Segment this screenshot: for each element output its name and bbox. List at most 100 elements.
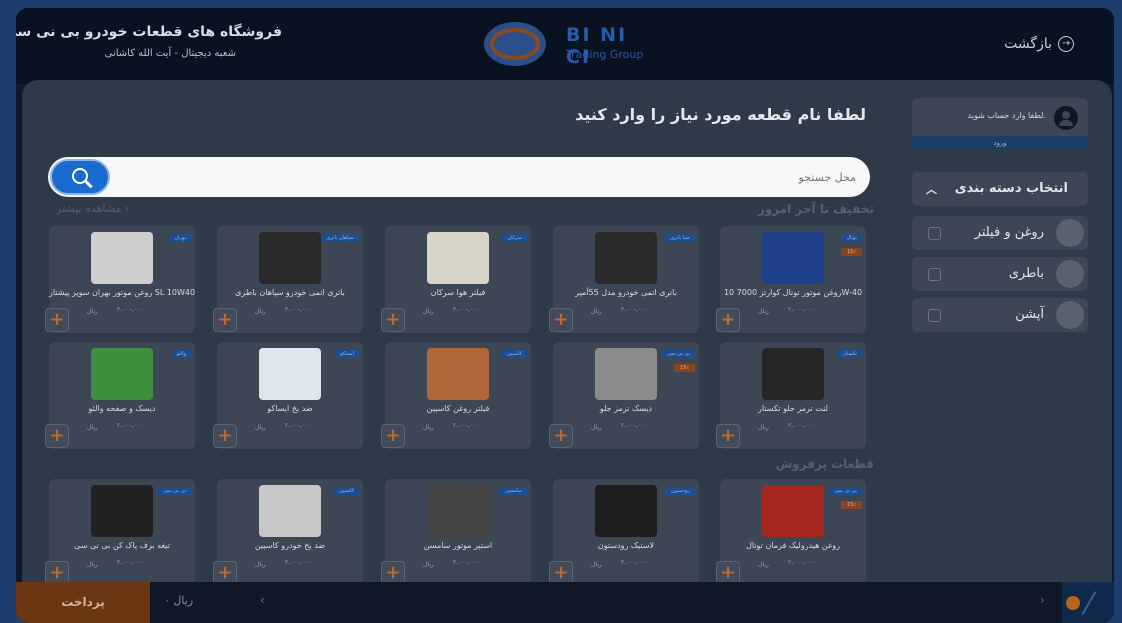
price-currency: ریال xyxy=(591,561,602,568)
see-more-link[interactable]: مشاهده بیشتر › xyxy=(56,202,129,215)
price-currency: ریال xyxy=(87,308,98,315)
product-name: باتری اتمی خودرو مدل 55آمپر xyxy=(575,288,677,297)
add-to-cart-button[interactable]: + xyxy=(45,424,69,448)
background-edge xyxy=(0,0,16,623)
product-image xyxy=(259,348,321,400)
add-to-cart-button[interactable]: + xyxy=(549,424,573,448)
cart-widget[interactable] xyxy=(1062,582,1114,623)
add-to-cart-button[interactable]: + xyxy=(549,308,573,332)
add-to-cart-button[interactable]: + xyxy=(381,308,405,332)
price-currency: ریال xyxy=(87,424,98,431)
brand-badge: تکستار xyxy=(837,350,862,358)
product-price: ۲,۰۰۰,۰۰۰ xyxy=(788,422,815,429)
product-card[interactable]: تکستار لنت ترمز جلو تکستار ریال ۲,۰۰۰,۰۰۰ + xyxy=(716,342,866,449)
category-checkbox[interactable] xyxy=(928,309,941,322)
product-card[interactable]: بی نی سی 15٪ روغن هیدرولیک فرمان توتال ریال… xyxy=(716,479,866,586)
product-name: فیلتر روغن کاسپین xyxy=(426,404,490,413)
main-content: لطفا نام قطعه مورد نیاز را وارد کنید لطف… xyxy=(22,80,1112,590)
login-message: لطفا وارد حساب شوید. xyxy=(967,111,1046,120)
price-currency: ریال xyxy=(423,308,434,315)
product-name: دیسک و صفحه والئو xyxy=(88,404,156,413)
product-card[interactable]: کاسپین ضد یخ خودرو کاسپین ریال ۲,۰۰۰,۰۰۰ + xyxy=(213,479,363,586)
price-currency: ریال xyxy=(758,561,769,568)
category-battery[interactable]: باطری xyxy=(912,257,1088,291)
category-label: آپشن xyxy=(1015,307,1044,322)
category-checkbox[interactable] xyxy=(928,227,941,240)
cart-total-value: ۰ xyxy=(164,594,170,607)
back-button[interactable]: بازگشت → xyxy=(1004,36,1074,52)
product-price: ۲,۰۰۰,۰۰۰ xyxy=(621,306,648,313)
product-card[interactable]: ایساکو ضد یخ ایساکو ریال ۲,۰۰۰,۰۰۰ + xyxy=(213,342,363,449)
product-name: لنت ترمز جلو تکستار xyxy=(758,404,828,413)
product-image xyxy=(91,232,153,284)
login-button[interactable]: ورود xyxy=(912,136,1088,150)
search-icon-handle xyxy=(85,180,93,188)
category-header[interactable]: انتخاب دسته بندی ︿ xyxy=(912,172,1088,206)
category-header-label: انتخاب دسته بندی xyxy=(954,181,1068,196)
brand-badge: بهران xyxy=(169,234,191,242)
brand-badge: سپاهان باتری xyxy=(321,234,359,242)
search-input[interactable] xyxy=(156,157,856,197)
add-to-cart-button[interactable]: + xyxy=(45,308,69,332)
product-image xyxy=(427,232,489,284)
chevron-up-icon: ︿ xyxy=(926,183,937,196)
product-price: ۲,۰۰۰,۰۰۰ xyxy=(453,559,480,566)
brand-logo: BI NI CI Trading Group xyxy=(484,20,654,68)
category-oil-filter[interactable]: روغن و فیلتر xyxy=(912,216,1088,250)
product-card[interactable]: والئو دیسک و صفحه والئو ریال ۲,۰۰۰,۰۰۰ + xyxy=(45,342,195,449)
page-prompt: لطفا نام قطعه مورد نیاز را وارد کنید xyxy=(575,105,866,124)
add-to-cart-button[interactable]: + xyxy=(213,308,237,332)
product-image xyxy=(259,232,321,284)
product-price: ۲,۰۰۰,۰۰۰ xyxy=(285,559,312,566)
brand-badge: سرکان xyxy=(502,234,527,242)
product-name: باتری اتمی خودرو سپاهان باطری xyxy=(235,288,345,297)
search-button[interactable] xyxy=(50,159,110,195)
app-window: فروشگاه های قطعات خودرو بی نی سی شعبه دی… xyxy=(16,8,1114,623)
price-currency: ریال xyxy=(255,424,266,431)
add-to-cart-button[interactable]: + xyxy=(716,424,740,448)
brand-badge: بی نی سی xyxy=(158,487,191,495)
product-card[interactable]: رودستون لاستیک رودستون ریال ۲,۰۰۰,۰۰۰ + xyxy=(549,479,699,586)
discount-badge: 15٪ xyxy=(840,248,862,256)
add-to-cart-button[interactable]: + xyxy=(716,308,740,332)
cart-graphic-icon xyxy=(1081,591,1097,615)
product-image xyxy=(595,232,657,284)
pay-button[interactable]: پرداخت xyxy=(16,582,150,623)
product-card[interactable]: بی نی سی 15٪ دیسک ترمز جلو ریال ۲,۰۰۰,۰۰۰ + xyxy=(549,342,699,449)
product-image xyxy=(762,348,824,400)
account-box: لطفا وارد حساب شوید. ورود xyxy=(912,98,1088,150)
brand-badge: رودستون xyxy=(665,487,695,495)
product-price: ۲,۰۰۰,۰۰۰ xyxy=(117,422,144,429)
product-price: ۲,۰۰۰,۰۰۰ xyxy=(621,422,648,429)
brand-badge: بی نی سی xyxy=(662,350,695,358)
product-name: استپر موتور سامسن xyxy=(423,541,493,550)
product-card[interactable]: کاسپین فیلتر روغن کاسپین ریال ۲,۰۰۰,۰۰۰ + xyxy=(381,342,531,449)
accessory-icon xyxy=(1056,301,1084,329)
product-card[interactable]: صبا باتری باتری اتمی خودرو مدل 55آمپر ریال… xyxy=(549,226,699,333)
product-price: ۲,۰۰۰,۰۰۰ xyxy=(788,559,815,566)
product-card[interactable]: بی نی سی تیغه برف پاک کن بی نی سی ریال ۲,۰۰… xyxy=(45,479,195,586)
product-card[interactable]: توتال 15٪ روغن موتور توتال کوارتز 7000 10W… xyxy=(716,226,866,333)
oil-can-icon xyxy=(1056,219,1084,247)
scroll-right-icon[interactable]: › xyxy=(1040,593,1045,607)
category-options[interactable]: آپشن xyxy=(912,298,1088,332)
product-card[interactable]: سپاهان باتری باتری اتمی خودرو سپاهان باطر… xyxy=(213,226,363,333)
product-image xyxy=(259,485,321,537)
product-card[interactable]: بهران روغن موتور بهران سوپر پیشتاز SL 10W… xyxy=(45,226,195,333)
section-title-today: تخفیف تا آخر امروز xyxy=(757,202,874,216)
brand-badge: توتال xyxy=(841,234,862,242)
product-price: ۲,۰۰۰,۰۰۰ xyxy=(117,306,144,313)
category-checkbox[interactable] xyxy=(928,268,941,281)
back-label: بازگشت xyxy=(1004,36,1052,52)
add-to-cart-button[interactable]: + xyxy=(213,424,237,448)
price-currency: ریال xyxy=(255,561,266,568)
brand-badge: کاسپین xyxy=(334,487,359,495)
product-card[interactable]: سامسن استپر موتور سامسن ریال ۲,۰۰۰,۰۰۰ + xyxy=(381,479,531,586)
add-to-cart-button[interactable]: + xyxy=(381,424,405,448)
product-price: ۲,۰۰۰,۰۰۰ xyxy=(285,306,312,313)
brand-badge: بی نی سی xyxy=(829,487,862,495)
scroll-left-icon[interactable]: ‹ xyxy=(260,593,265,607)
product-card[interactable]: سرکان فیلتر هوا سرکان ریال ۲,۰۰۰,۰۰۰ + xyxy=(381,226,531,333)
product-image xyxy=(91,348,153,400)
arrow-right-circle-icon: → xyxy=(1058,36,1074,52)
